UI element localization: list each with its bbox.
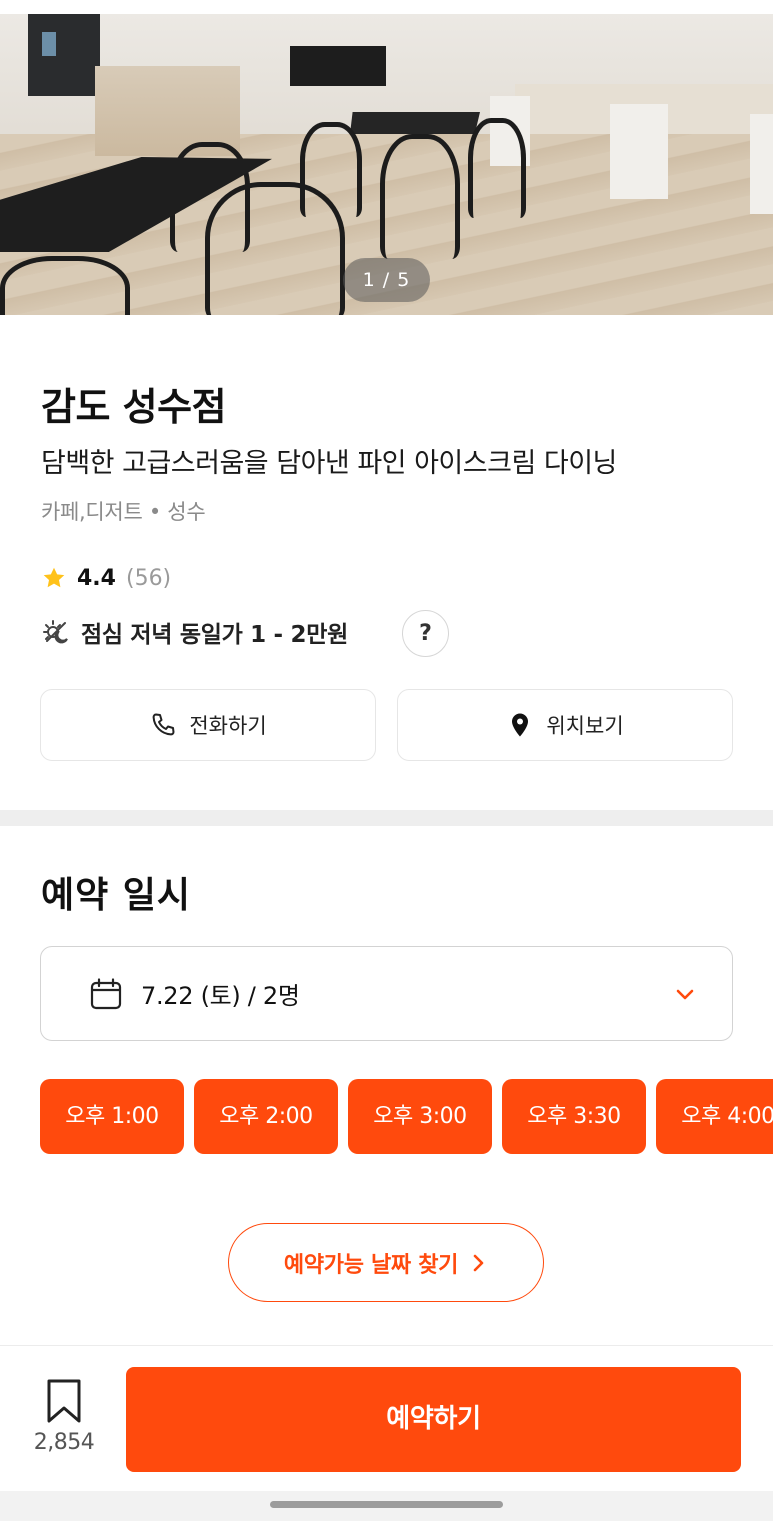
date-party-selector[interactable]: 7.22 (토) / 2명 — [40, 946, 733, 1041]
hero-image[interactable]: 1 / 5 — [0, 14, 773, 315]
hero-photo-white-chair — [750, 114, 773, 214]
star-icon — [43, 567, 65, 588]
hero-photo-chair — [205, 182, 345, 315]
reserve-button[interactable]: 예약하기 — [126, 1367, 741, 1472]
section-divider — [0, 810, 773, 826]
chevron-down-icon — [676, 989, 694, 1000]
reservation-section-title: 예약 일시 — [41, 875, 192, 916]
map-button[interactable]: 위치보기 — [397, 689, 733, 761]
price-text: 점심 저녁 동일가 1 - 2만원 — [81, 622, 348, 648]
store-category: 카페,디저트 • 성수 — [41, 500, 206, 524]
call-button-label: 전화하기 — [189, 714, 267, 738]
phone-icon — [152, 713, 175, 736]
rating-score: 4.4 — [77, 565, 116, 591]
price-info: 점심 저녁 동일가 1 - 2만원 — [41, 612, 348, 652]
hero-photo-screen — [42, 32, 56, 56]
sun-moon-icon — [43, 620, 68, 644]
hero-photo-chair — [0, 256, 130, 315]
hero-photo-white-chair — [610, 104, 668, 199]
time-slot-button[interactable]: 오후 4:00 — [656, 1079, 773, 1154]
bookmark-count: 2,854 — [33, 1430, 95, 1455]
image-pager: 1 / 5 — [343, 258, 430, 302]
hero-photo-corridor — [28, 14, 100, 96]
time-slot-button[interactable]: 오후 3:00 — [348, 1079, 492, 1154]
find-available-dates-label: 예약가능 날짜 찾기 — [283, 1252, 459, 1278]
time-slot-list[interactable]: 오후 1:00 오후 2:00 오후 3:00 오후 3:30 오후 4:00 — [40, 1079, 773, 1154]
bookmark-icon — [47, 1379, 81, 1423]
hero-photo-chair — [468, 118, 526, 218]
store-tagline: 담백한 고급스러움을 담아낸 파인 아이스크림 다이닝 — [41, 448, 617, 479]
hero-photo-fireplace — [290, 46, 386, 86]
time-slot-button[interactable]: 오후 2:00 — [194, 1079, 338, 1154]
review-count: (56) — [125, 565, 172, 591]
calendar-icon — [90, 977, 122, 1009]
hero-photo-chair — [380, 134, 460, 259]
time-slot-button[interactable]: 오후 3:30 — [502, 1079, 646, 1154]
map-button-label: 위치보기 — [546, 714, 624, 738]
time-slot-button[interactable]: 오후 1:00 — [40, 1079, 184, 1154]
bookmark-button[interactable]: 2,854 — [22, 1378, 106, 1468]
store-name: 감도 성수점 — [41, 385, 227, 429]
price-help-button[interactable]: ? — [402, 610, 449, 657]
date-party-value: 7.22 (토) / 2명 — [141, 982, 300, 1010]
rating[interactable]: 4.4 (56) — [41, 562, 171, 594]
location-pin-icon — [512, 713, 529, 737]
call-button[interactable]: 전화하기 — [40, 689, 376, 761]
home-indicator[interactable] — [270, 1501, 503, 1508]
hero-photo-table — [350, 112, 480, 134]
chevron-right-icon — [473, 1254, 484, 1271]
find-available-dates-button[interactable]: 예약가능 날짜 찾기 — [228, 1223, 544, 1302]
